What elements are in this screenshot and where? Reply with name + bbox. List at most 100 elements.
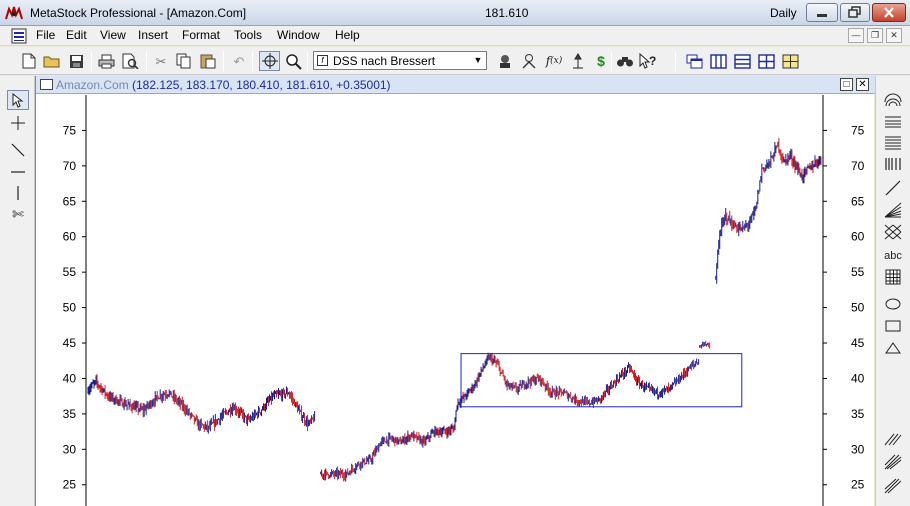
- andrews-pitchfork-icon[interactable]: [881, 452, 905, 472]
- menu-view[interactable]: View: [97, 28, 129, 42]
- restore-button[interactable]: [840, 3, 870, 22]
- horizontal-line-icon[interactable]: [7, 162, 29, 182]
- crosshair-tool-icon[interactable]: [7, 113, 29, 133]
- minimize-button[interactable]: [806, 3, 838, 22]
- child-close-button[interactable]: ✕: [886, 28, 902, 43]
- title-last-price: 181.610: [485, 6, 529, 20]
- gann-grid-icon[interactable]: [881, 222, 905, 242]
- main-toolbar: ✂ ↶ f DSS nach Bressert ▼ f (x) $ ?: [0, 47, 910, 75]
- cycle-lines-icon[interactable]: [881, 90, 905, 110]
- menu-bar: File Edit View Insert Format Tools Windo…: [0, 26, 910, 46]
- minimize-icon: —: [851, 30, 861, 40]
- y-tick-label-left: 50: [63, 301, 77, 315]
- restore-icon: ❐: [870, 30, 880, 40]
- tile-vertical-icon[interactable]: [709, 52, 727, 70]
- print-preview-icon[interactable]: [121, 52, 139, 70]
- cascade-windows-icon[interactable]: [685, 52, 703, 70]
- new-icon[interactable]: [20, 52, 38, 70]
- gann-fan-icon[interactable]: [881, 200, 905, 220]
- scissors-icon[interactable]: ✄: [7, 204, 29, 224]
- menu-insert[interactable]: Insert: [135, 28, 171, 42]
- indicator-select-value: DSS nach Bressert: [333, 54, 436, 68]
- copy-icon[interactable]: [175, 52, 193, 70]
- chart-maximize-button[interactable]: □: [840, 78, 853, 91]
- close-icon: [884, 7, 894, 18]
- explorer-icon[interactable]: [520, 52, 538, 70]
- menu-format[interactable]: Format: [179, 28, 223, 42]
- context-help-icon[interactable]: ?: [639, 52, 657, 70]
- system-tester-icon[interactable]: [569, 52, 587, 70]
- chart-close-button[interactable]: ✕: [856, 78, 869, 91]
- minimize-icon: [817, 14, 827, 17]
- expert-advisor-icon[interactable]: [496, 52, 514, 70]
- y-tick-label-right: 25: [851, 478, 865, 492]
- binoculars-icon[interactable]: [616, 52, 634, 70]
- toolbar-separator: [611, 51, 612, 71]
- menu-file[interactable]: File: [33, 28, 58, 42]
- time-zones-icon[interactable]: [881, 154, 905, 174]
- right-drawing-toolbar: abc: [875, 76, 910, 506]
- tile-grid-icon[interactable]: [757, 52, 775, 70]
- y-tick-label-left: 65: [63, 194, 77, 208]
- chevron-down-icon[interactable]: ▼: [470, 52, 486, 69]
- arrange-icons-icon[interactable]: [781, 52, 799, 70]
- toolbar-separator: [146, 51, 147, 71]
- crosshair-icon[interactable]: [259, 51, 280, 71]
- y-tick-label-left: 40: [63, 371, 77, 385]
- chart-ohlc-readout: (182.125, 183.170, 180.410, 181.610, +0.…: [132, 78, 391, 92]
- fibonacci-retracement-icon[interactable]: [881, 112, 905, 132]
- indicator-builder-icon[interactable]: f (x): [545, 52, 563, 70]
- toolbar-separator: [91, 51, 92, 71]
- tile-horizontal-icon[interactable]: [733, 52, 751, 70]
- table-tool-icon[interactable]: [881, 267, 905, 287]
- chart-title: Amazon.Com: [56, 78, 129, 92]
- maximize-icon: □: [843, 79, 850, 90]
- menu-edit[interactable]: Edit: [63, 28, 90, 42]
- vertical-line-icon[interactable]: [7, 183, 29, 203]
- y-tick-label-right: 30: [851, 442, 865, 456]
- y-tick-label-left: 30: [63, 442, 77, 456]
- quadrant-lines-icon[interactable]: [881, 476, 905, 496]
- child-minimize-button[interactable]: —: [848, 28, 864, 43]
- title-periodicity: Daily: [770, 6, 797, 20]
- close-icon: ✕: [890, 30, 898, 40]
- y-tick-label-left: 75: [63, 123, 77, 137]
- open-folder-icon[interactable]: [43, 52, 61, 70]
- indicator-select[interactable]: f DSS nach Bressert ▼: [313, 51, 487, 70]
- y-tick-label-right: 35: [851, 407, 865, 421]
- triangle-icon[interactable]: [881, 338, 905, 358]
- y-tick-label-left: 55: [63, 265, 77, 279]
- application-window: MetaStock Professional - [Amazon.Com] 18…: [0, 0, 910, 506]
- print-icon[interactable]: [97, 52, 115, 70]
- paste-icon[interactable]: [199, 52, 217, 70]
- title-bar[interactable]: MetaStock Professional - [Amazon.Com] 18…: [0, 0, 910, 26]
- y-tick-label-right: 55: [851, 265, 865, 279]
- y-tick-label-left: 60: [63, 230, 77, 244]
- menu-help[interactable]: Help: [332, 28, 363, 42]
- speed-resistance-icon[interactable]: [881, 133, 905, 153]
- menu-window[interactable]: Window: [274, 28, 323, 42]
- linear-regression-icon[interactable]: [881, 178, 905, 198]
- parallel-trendlines-icon[interactable]: [881, 428, 905, 448]
- y-tick-label-right: 60: [851, 230, 865, 244]
- undo-icon[interactable]: ↶: [230, 52, 248, 70]
- document-menu-icon[interactable]: [11, 28, 27, 44]
- chart-title-bar[interactable]: Amazon.Com (182.125, 183.170, 180.410, 1…: [36, 76, 875, 94]
- cut-icon[interactable]: ✂: [152, 52, 170, 70]
- text-tool-icon[interactable]: abc: [881, 246, 905, 266]
- menu-tools[interactable]: Tools: [231, 28, 265, 42]
- pointer-icon[interactable]: [7, 90, 29, 110]
- metastock-logo-icon: [5, 6, 23, 20]
- save-icon[interactable]: [67, 52, 85, 70]
- trendline-icon[interactable]: [7, 140, 29, 160]
- ellipse-icon[interactable]: [881, 294, 905, 314]
- dollar-icon[interactable]: $: [592, 52, 610, 70]
- close-button[interactable]: [872, 3, 906, 22]
- price-chart[interactable]: 25 25 30 30 35 35 40 40 45 45 50 50 55 55 60 60 65 65 70 70…: [36, 95, 875, 506]
- rectangle-icon[interactable]: [881, 316, 905, 336]
- window-title: MetaStock Professional - [Amazon.Com]: [30, 6, 247, 20]
- y-tick-label-left: 70: [63, 159, 77, 173]
- zoom-icon[interactable]: [284, 52, 302, 70]
- child-restore-button[interactable]: ❐: [867, 28, 883, 43]
- toolbar-separator: [223, 51, 224, 71]
